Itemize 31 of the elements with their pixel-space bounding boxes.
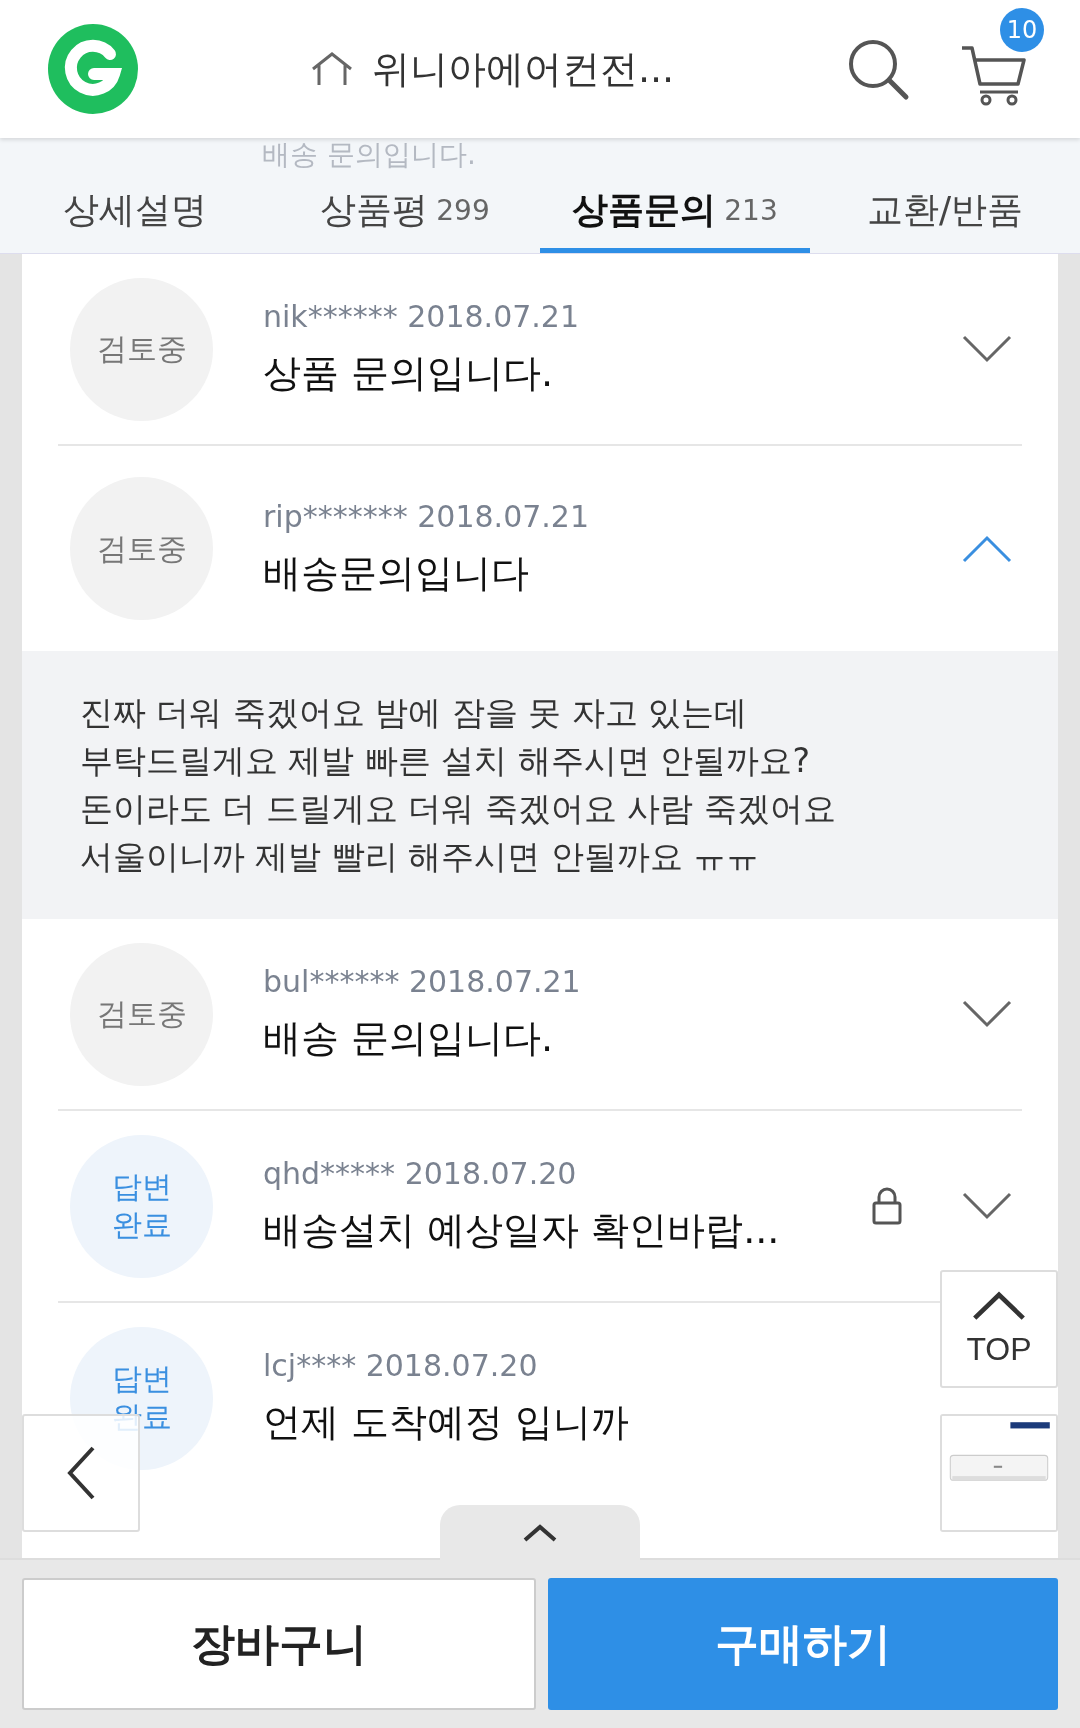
expand-chevron-icon[interactable] xyxy=(962,1000,1012,1028)
faded-title: 배송 문의입니다. xyxy=(262,138,476,172)
page-title: 위니아에어컨전... xyxy=(371,45,675,93)
question-body: 진짜 더워 죽겠어요 밤에 잠을 못 자고 있는데 부탁드릴게요 제발 빠른 설치 해주시면 안될까요? 돈이라도 더 드릴게요 더워 죽겠어요 사람 죽겠어요 서울이니까 제발 빨리 해주시면 안될까요 ㅠㅠ xyxy=(80,692,837,878)
scroll-top-button[interactable]: TOP xyxy=(940,1270,1058,1388)
author-date: lcj**** 2018.07.20 xyxy=(263,1348,538,1383)
author-date: nik****** 2018.07.21 xyxy=(263,299,580,334)
action-button[interactable]: 장바구니 xyxy=(22,1578,536,1710)
home-icon[interactable] xyxy=(309,51,354,87)
author-date: bul****** 2018.07.21 xyxy=(263,964,581,999)
status-badge: 검토중 xyxy=(70,277,213,421)
expand-chevron-icon[interactable] xyxy=(962,1192,1012,1220)
question-title[interactable]: 언제 도착예정 입니까 xyxy=(263,1397,630,1448)
up-chevron-icon xyxy=(971,1290,1027,1321)
status-badge: 답변 완료 xyxy=(70,1134,213,1278)
tab[interactable]: 교환/반품 xyxy=(810,172,1080,253)
collapse-chevron-icon[interactable] xyxy=(962,534,1012,563)
tab[interactable]: 상품평 299 xyxy=(270,172,540,253)
status-badge: 검토중 xyxy=(70,942,213,1086)
cart-count-badge: 10 xyxy=(1000,8,1044,52)
search-icon[interactable] xyxy=(846,37,910,101)
question-title[interactable]: 배송문의입니다 xyxy=(263,547,529,599)
question-title[interactable]: 배송설치 예상일자 확인바랍... xyxy=(263,1205,780,1256)
status-badge: 검토중 xyxy=(70,477,213,620)
author-date: qhd***** 2018.07.20 xyxy=(263,1156,577,1191)
tab[interactable]: 상세설명 xyxy=(0,172,270,253)
question-title[interactable]: 상품 문의입니다. xyxy=(263,348,554,399)
question-title[interactable]: 배송 문의입니다. xyxy=(263,1013,554,1064)
expand-chevron-icon[interactable] xyxy=(962,335,1012,363)
author-date: rip******* 2018.07.21 xyxy=(263,498,589,534)
caret-icon xyxy=(522,1523,558,1543)
